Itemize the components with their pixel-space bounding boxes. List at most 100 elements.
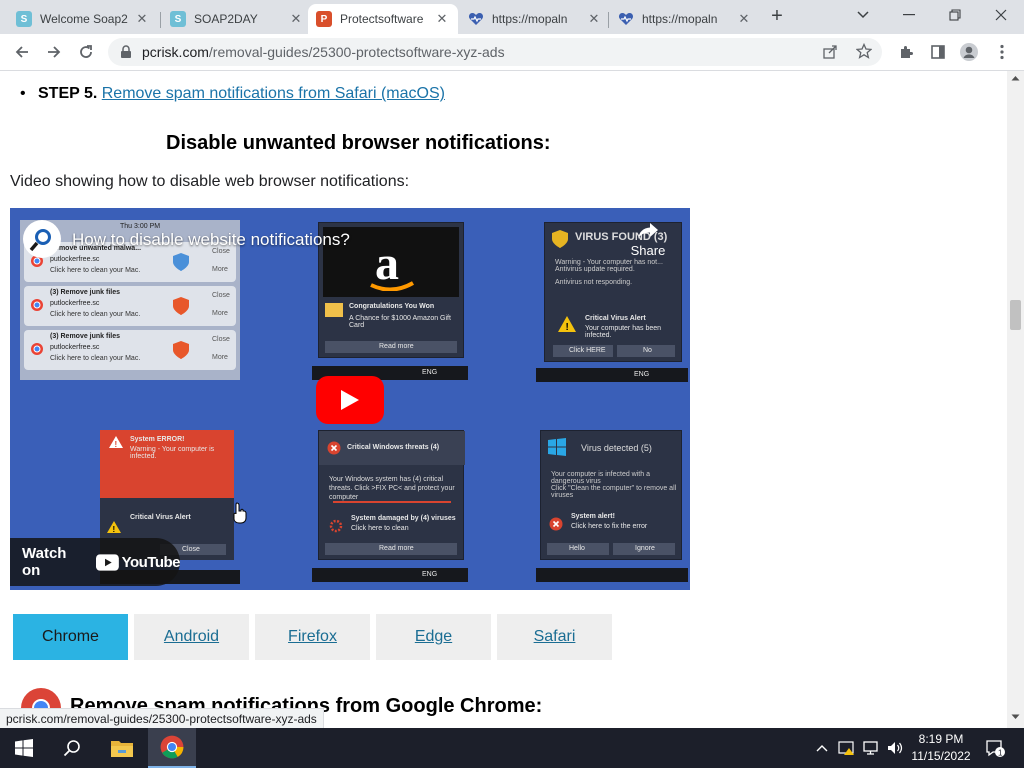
network-icon[interactable] [860, 728, 882, 768]
notif-more: More [212, 354, 228, 361]
youtube-wordmark: YouTube [121, 553, 181, 571]
system-alert-sub: Click here to fix the error [571, 523, 648, 530]
search-icon[interactable] [48, 728, 96, 768]
notif-site: putlockerfree.sc [50, 344, 100, 351]
virus-detected-title: Virus detected (5) [581, 443, 652, 453]
browser-toolbar: pcrisk.com/removal-guides/25300-protects… [0, 34, 1024, 71]
tab-firefox[interactable]: Firefox [255, 614, 370, 660]
windows-taskbar: 8:19 PM 11/15/2022 1 [0, 728, 1024, 768]
hello-button-thumb: Hello [547, 543, 609, 555]
threats-header: Critical Windows threats (4) [319, 431, 465, 465]
notif-title: (3) Remove junk files [50, 289, 121, 296]
back-arrow-icon[interactable] [9, 39, 35, 65]
watch-on-youtube-button[interactable]: Watch on YouTube [10, 538, 181, 586]
close-label: Close [182, 546, 200, 553]
no-label: No [643, 347, 652, 354]
play-icon [341, 390, 359, 410]
svg-text:a: a [375, 237, 399, 290]
tab-close-icon[interactable]: ✕ [434, 11, 450, 27]
taskbar-clock[interactable]: 8:19 PM 11/15/2022 [906, 731, 976, 765]
click-here-label: Click HERE [569, 347, 606, 354]
system-error-warning: Warning - Your computer is infected. [130, 446, 215, 460]
threats-title: Critical Windows threats (4) [347, 444, 440, 451]
virus-notresp-text: Antivirus not responding. [555, 279, 633, 286]
browser-tab-welcome-soap2day[interactable]: S Welcome Soap2 ✕ [8, 4, 158, 34]
security-warning-icon[interactable] [836, 728, 858, 768]
youtube-video-embed[interactable]: Thu 3:00 PM Remove unwanted malwa... put… [10, 208, 690, 590]
pcrisk-favicon-icon: P [316, 11, 332, 27]
share-page-icon[interactable] [822, 44, 838, 65]
profile-avatar-icon[interactable] [956, 39, 982, 65]
notif-title: (3) Remove junk files [50, 333, 121, 340]
safari-notifications-link[interactable]: Remove spam notifications from Safari (m… [102, 85, 445, 102]
new-tab-plus-icon[interactable]: + [766, 6, 788, 28]
lock-icon[interactable] [120, 45, 132, 64]
tab-close-icon[interactable]: ✕ [736, 11, 752, 27]
close-window-icon[interactable] [978, 0, 1024, 30]
share-button[interactable]: Share [626, 222, 670, 258]
browser-tab-mopaln-1[interactable]: https://mopaln ✕ [460, 4, 610, 34]
notif-body: Click here to clean your Mac. [50, 311, 141, 318]
tab-chrome[interactable]: Chrome [13, 614, 128, 660]
sys-damaged-title: System damaged by (4) viruses [351, 515, 456, 522]
video-title[interactable]: How to disable website notifications? [72, 230, 350, 250]
mac-notification-card: (3) Remove junk files putlockerfree.sc C… [24, 330, 236, 370]
page-content: • STEP 5. Remove spam notifications from … [0, 71, 1007, 728]
tab-android[interactable]: Android [134, 614, 249, 660]
more-vertical-icon[interactable] [989, 39, 1015, 65]
tab-title: SOAP2DAY [194, 12, 258, 26]
volume-icon[interactable] [884, 728, 906, 768]
side-panel-icon[interactable] [925, 39, 951, 65]
read-more-label: Read more [379, 343, 414, 350]
vertical-scrollbar[interactable] [1007, 71, 1024, 728]
amazon-congrats-text: Congratulations You Won [349, 303, 435, 310]
file-explorer-icon[interactable] [98, 728, 146, 768]
threats-divider [333, 501, 451, 503]
eng-text: ENG [422, 571, 438, 578]
browser-tab-soap2day[interactable]: S SOAP2DAY ✕ [162, 4, 312, 34]
click-here-button-thumb: Click HERE [553, 345, 613, 357]
tab-title: https://mopaln [492, 12, 568, 26]
link-status-bar: pcrisk.com/removal-guides/25300-protects… [0, 708, 324, 728]
no-button-thumb: No [617, 345, 675, 357]
ignore-button-thumb: Ignore [613, 543, 675, 555]
notif-site: putlockerfree.sc [50, 256, 100, 263]
youtube-play-button[interactable] [316, 376, 384, 424]
tab-title: https://mopaln [642, 12, 718, 26]
forward-arrow-icon[interactable] [41, 39, 67, 65]
reload-icon[interactable] [73, 39, 99, 65]
svg-text:!: ! [115, 440, 118, 449]
tab-search-chevron-down-icon[interactable] [840, 0, 886, 30]
clock-time: 8:19 PM [918, 732, 964, 746]
tab-close-icon[interactable]: ✕ [288, 11, 304, 27]
windows-taskbar-thumbnail: ENG [536, 368, 688, 382]
read-more-button-thumb: Read more [325, 543, 457, 555]
bookmark-star-icon[interactable] [855, 42, 873, 64]
chrome-taskbar-icon[interactable] [148, 728, 196, 768]
eng-text: ENG [422, 369, 438, 376]
restore-icon[interactable] [932, 0, 978, 30]
scrollbar-thumb[interactable] [1010, 300, 1021, 330]
address-bar[interactable]: pcrisk.com/removal-guides/25300-protects… [108, 38, 882, 66]
extensions-puzzle-icon[interactable] [893, 39, 919, 65]
tab-edge[interactable]: Edge [376, 614, 491, 660]
eng-text: ENG [634, 371, 650, 378]
share-label: Share [630, 243, 666, 258]
browser-tab-mopaln-2[interactable]: https://mopaln ✕ [610, 4, 760, 34]
action-center-icon[interactable]: 1 [980, 728, 1010, 768]
critical-windows-threats-panel: Critical Windows threats (4) Your Window… [318, 430, 465, 560]
clock-date: 11/15/2022 [911, 749, 971, 763]
browser-tab-protectsoftware[interactable]: P Protectsoftware ✕ [308, 4, 458, 34]
minimize-icon[interactable] [886, 0, 932, 30]
critical-alert-body: Your computer has been infected. [585, 325, 662, 339]
tab-close-icon[interactable]: ✕ [134, 11, 150, 27]
tab-safari[interactable]: Safari [497, 614, 612, 660]
video-caption: Video showing how to disable web browser… [10, 173, 410, 190]
bullet-icon: • [20, 85, 26, 102]
windows-start-icon[interactable] [0, 728, 48, 768]
tray-chevron-up-icon[interactable] [812, 728, 832, 768]
soap2day-favicon-icon: S [170, 11, 186, 27]
tab-close-icon[interactable]: ✕ [586, 11, 602, 27]
watch-on-label: Watch on [22, 545, 67, 579]
pcrisk-channel-avatar[interactable] [23, 220, 61, 258]
